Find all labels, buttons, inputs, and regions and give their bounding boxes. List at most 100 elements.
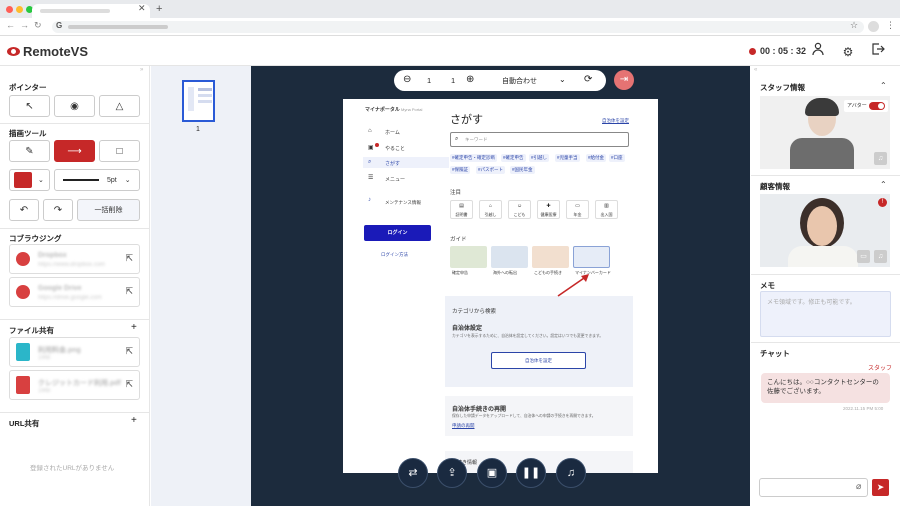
undo-button[interactable]: ↶ [9,199,39,221]
profile-avatar[interactable] [868,21,879,32]
open-external-icon[interactable]: ⇱ [125,253,133,264]
address-bar[interactable] [52,21,864,33]
set-municipality-link[interactable]: 自治体を設定 [602,118,629,124]
color-swatch [14,172,32,188]
pen-tool-button[interactable]: ✎ [9,140,50,162]
camera-icon[interactable]: ▭ [857,250,870,263]
nav-home[interactable]: ホーム [385,129,400,136]
close-dot[interactable] [6,6,13,13]
search-heading: さがす [450,114,483,126]
stop-share-button[interactable]: ⇥ [614,70,634,90]
zoom-select[interactable]: 自動合わせ [502,76,537,86]
reload-icon[interactable]: ↻ [34,20,42,31]
browser-menu-icon[interactable]: ⋮ [886,20,895,31]
file-item[interactable]: 利用料金.png 1MB ⇱ [9,337,140,367]
file-name: 利用料金.png [38,347,81,354]
memo-textarea[interactable]: メモ領域です。修正も可能です。 [760,291,891,337]
search-chip[interactable]: #保険証 [450,166,471,174]
chevron-up-icon[interactable]: ⌃ [880,180,887,189]
add-url-icon[interactable]: + [131,415,137,426]
clear-all-button[interactable]: 一括削除 [77,199,140,221]
settings-gear-icon[interactable]: ⚙ [838,42,858,62]
search-chip[interactable]: #パスポート [476,166,506,174]
rectangle-tool-button[interactable]: □ [99,140,140,162]
share-file-button[interactable]: ⇪ [437,458,467,488]
attach-icon[interactable]: ⌀ [856,481,861,492]
nav-maintenance[interactable]: メンテナンス情報 [385,200,421,206]
attention-card[interactable]: ▭ 年金 [566,200,589,219]
next-page-icon[interactable]: ⊕ [466,74,474,85]
nav-search[interactable]: さがす [385,160,400,167]
thumbnail-column [151,66,251,506]
resume-link[interactable]: 申請の再開 [452,423,475,429]
color-picker[interactable]: ⌄ [9,169,50,191]
prev-page-icon[interactable]: ⊖ [403,74,411,85]
screen-share-button[interactable]: ▣ [477,458,507,488]
search-chip[interactable]: #給付金 [586,154,607,162]
arrow-tool-button[interactable]: ⟶ [54,140,95,162]
forward-icon[interactable]: → [20,20,29,30]
arrow-pointer-button[interactable]: ↖ [9,95,50,117]
rotate-icon[interactable]: ⟳ [584,74,592,85]
exit-icon[interactable] [868,42,888,62]
switch-screen-button[interactable]: ⇄ [398,458,428,488]
open-external-icon[interactable]: ⇱ [125,286,133,297]
login-help-link[interactable]: ログイン方法 [381,252,408,258]
guide-card-image[interactable] [532,246,569,268]
minimize-dot[interactable] [16,6,23,13]
chevron-down-icon[interactable]: ⌄ [559,75,566,84]
nav-todo[interactable]: やること [385,145,405,152]
chat-input[interactable] [759,478,868,497]
cobrowse-item[interactable]: Google Drive https://drive.google.com ⇱ [9,277,140,307]
resume-desc: 保存した申請データをアップロードして、自治体への申請の手続きを再開できます。 [452,414,596,418]
search-chip[interactable]: #児童手当 [555,154,580,162]
guide-card-image[interactable] [450,246,487,268]
open-external-icon[interactable]: ⇱ [125,379,133,390]
set-municipality-button[interactable]: 自治体を設定 [491,352,586,369]
moving-icon: ⌂ [488,203,493,209]
login-button[interactable]: ログイン [364,225,431,241]
new-tab-icon[interactable]: + [156,3,162,15]
search-chip[interactable]: #国民年金 [510,166,535,174]
left-panel-collapse-icon[interactable]: » [140,67,143,73]
current-page[interactable]: 1 [427,76,431,85]
attention-card[interactable]: ☺ こども [508,200,531,219]
staff-section-title: スタッフ情報 [760,83,805,92]
redo-button[interactable]: ↷ [43,199,73,221]
search-chip[interactable]: #引越し [529,154,550,162]
guide-card-image[interactable] [573,246,610,268]
right-panel-collapse-icon[interactable]: « [754,67,757,73]
mic-icon[interactable]: ♫ [874,250,887,263]
dot-pointer-button[interactable]: ◉ [54,95,95,117]
pause-button[interactable]: ❚❚ [516,458,546,488]
bookmark-star-icon[interactable]: ☆ [850,20,858,31]
send-icon[interactable]: ➤ [872,479,889,496]
chevron-down-icon: ⌄ [124,177,131,184]
page-thumbnail[interactable] [182,80,215,122]
add-file-icon[interactable]: + [131,322,137,333]
search-chip[interactable]: #口座 [609,154,625,162]
pointer-section-title: ポインター [9,83,47,92]
participants-icon[interactable] [809,42,829,62]
laser-pointer-button[interactable]: △ [99,95,140,117]
attention-card[interactable]: ⌂ 引越し [479,200,502,219]
chevron-up-icon[interactable]: ⌃ [880,81,887,90]
attention-card[interactable]: ▥ 出入国 [595,200,618,219]
nav-menu[interactable]: メニュー [385,176,405,183]
open-external-icon[interactable]: ⇱ [125,346,133,357]
search-chip[interactable]: #確定申告・確定診断 [450,154,498,162]
attention-card[interactable]: ▤ 証明書 [450,200,473,219]
back-icon[interactable]: ← [6,20,15,30]
microphone-button[interactable]: ♫ [556,458,586,488]
attention-card[interactable]: ✚ 健康医療 [537,200,560,219]
stroke-size-select[interactable]: 5pt ⌄ [54,169,140,191]
total-pages: 1 [451,76,456,85]
guide-card-image[interactable] [491,246,528,268]
mic-icon[interactable]: ♫ [874,152,887,165]
close-tab-icon[interactable]: ✕ [138,3,146,14]
search-chip[interactable]: #確定申告 [501,154,526,162]
keyword-search-input[interactable]: ⌕ キーワード [450,132,629,147]
cobrowse-item[interactable]: Dropbox https://www.dropbox.com ⇱ [9,244,140,274]
file-item[interactable]: クレジットカード利用.pdf 1MB ⇱ [9,370,140,400]
memo-section-title: メモ [760,281,775,290]
